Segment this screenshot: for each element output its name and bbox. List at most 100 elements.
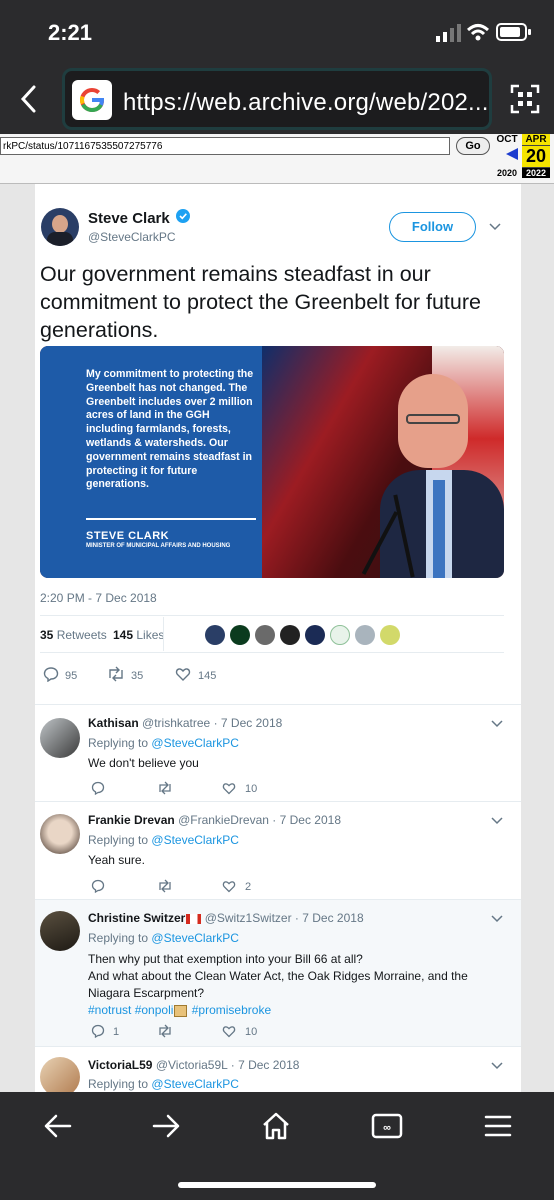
reply-date[interactable]: · 7 Dec 2018 xyxy=(214,716,283,730)
prev-year-label: 2020 xyxy=(496,168,518,178)
back-icon[interactable] xyxy=(18,84,38,114)
reply-avatar[interactable] xyxy=(40,911,80,951)
wifi-icon xyxy=(466,24,490,41)
reply-text-line: Then why put that exemption into your Bi… xyxy=(88,952,363,966)
chevron-down-icon[interactable] xyxy=(489,223,501,231)
wayback-toolbar: Go OCT 2020 APR 20 2022 xyxy=(0,134,554,184)
wayback-current-capture[interactable]: APR 20 2022 xyxy=(522,134,550,182)
reply-text: We don't believe you xyxy=(88,756,199,770)
retweet-count: 35 xyxy=(131,670,144,682)
liker-avatar[interactable] xyxy=(230,625,250,645)
qr-scan-icon[interactable] xyxy=(510,84,540,114)
retweet-icon[interactable] xyxy=(107,666,125,682)
image-signature-name: STEVE CLARK xyxy=(86,530,170,542)
prev-month-label: OCT xyxy=(496,134,518,145)
reply-icon[interactable] xyxy=(43,666,59,682)
reply-icon[interactable] xyxy=(91,879,105,893)
reply-avatar[interactable] xyxy=(40,718,80,758)
tweet-image[interactable]: My commitment to protecting the Greenbel… xyxy=(40,346,504,578)
stats-divider xyxy=(163,617,164,651)
follow-button[interactable]: Follow xyxy=(389,212,476,242)
reply-icon[interactable] xyxy=(91,781,105,795)
reply-avatar[interactable] xyxy=(40,814,80,854)
reply-like-count: 10 xyxy=(245,1026,258,1038)
nav-back-icon[interactable] xyxy=(38,1106,78,1146)
reply-date[interactable]: · 7 Dec 2018 xyxy=(295,911,364,925)
author-handle[interactable]: @SteveClarkPC xyxy=(88,230,176,244)
like-icon[interactable] xyxy=(222,879,236,893)
liker-avatar[interactable] xyxy=(355,625,375,645)
liker-avatar[interactable] xyxy=(380,625,400,645)
replying-to-label: Replying to xyxy=(88,1077,149,1091)
reply-item[interactable]: VictoriaL59 @Victoria59L · 7 Dec 2018 Re… xyxy=(35,1046,521,1092)
current-year-label: 2022 xyxy=(522,168,550,178)
author-avatar[interactable] xyxy=(41,208,79,246)
prev-capture-arrow-icon xyxy=(506,148,518,160)
reply-like-count: 2 xyxy=(245,881,252,893)
reply-author-name[interactable]: VictoriaL59 xyxy=(88,1058,152,1072)
chevron-down-icon[interactable] xyxy=(491,1062,503,1070)
menu-icon[interactable] xyxy=(478,1106,518,1146)
replying-to-link[interactable]: @SteveClarkPC xyxy=(151,736,239,750)
like-icon[interactable] xyxy=(222,1024,236,1038)
replying-to-link[interactable]: @SteveClarkPC xyxy=(151,833,239,847)
reply-author-name[interactable]: Kathisan xyxy=(88,716,139,730)
reply-text: Yeah sure. xyxy=(88,853,145,867)
home-indicator[interactable] xyxy=(178,1182,376,1188)
browser-toolbar: https://web.archive.org/web/202... xyxy=(0,64,554,134)
like-icon[interactable] xyxy=(222,781,236,795)
reply-avatar[interactable] xyxy=(40,1057,80,1092)
reply-author-handle[interactable]: @Victoria59L xyxy=(156,1058,228,1072)
reply-text-line: And what about the Clean Water Act, the … xyxy=(88,969,468,1000)
wayback-url-input[interactable] xyxy=(0,137,450,155)
hashtags[interactable]: #notrust #onpoli xyxy=(88,1003,173,1017)
liker-avatar[interactable] xyxy=(330,625,350,645)
reply-item[interactable]: Kathisan @trishkatree · 7 Dec 2018 Reply… xyxy=(35,704,521,801)
reply-header: VictoriaL59 @Victoria59L · 7 Dec 2018 xyxy=(88,1058,299,1072)
like-icon[interactable] xyxy=(175,666,191,682)
home-icon[interactable] xyxy=(256,1106,296,1146)
reply-item[interactable]: Christine Switzer @Switz1Switzer · 7 Dec… xyxy=(35,899,521,1046)
reply-author-name[interactable]: Christine Switzer xyxy=(88,911,185,925)
liker-avatar[interactable] xyxy=(255,625,275,645)
tweet-timestamp[interactable]: 2:20 PM - 7 Dec 2018 xyxy=(40,591,157,605)
replying-to: Replying to @SteveClarkPC xyxy=(88,1077,239,1091)
current-month-label: APR xyxy=(522,134,550,145)
tweet-card: Steve Clark @SteveClarkPC Follow Our gov… xyxy=(35,184,521,1092)
reply-date[interactable]: · 7 Dec 2018 xyxy=(231,1058,300,1072)
replying-to-link[interactable]: @SteveClarkPC xyxy=(151,931,239,945)
likers-avatars xyxy=(205,625,425,647)
likes-stat[interactable]: 145 Likes xyxy=(113,628,164,642)
wayback-go-button[interactable]: Go xyxy=(456,137,490,155)
liker-avatar[interactable] xyxy=(305,625,325,645)
author-name[interactable]: Steve Clark xyxy=(88,210,170,227)
reply-icon[interactable] xyxy=(91,1024,105,1038)
current-day-label: 20 xyxy=(522,145,550,168)
hashtag[interactable]: #promisebroke xyxy=(192,1003,271,1017)
wayback-prev-capture[interactable]: OCT 2020 xyxy=(494,134,520,182)
chevron-down-icon[interactable] xyxy=(491,720,503,728)
address-bar[interactable]: https://web.archive.org/web/202... xyxy=(62,68,492,130)
image-signature-title: MINISTER OF MUNICIPAL AFFAIRS AND HOUSIN… xyxy=(86,543,231,549)
retweet-icon[interactable] xyxy=(157,879,173,893)
reply-item[interactable]: Frankie Drevan @FrankieDrevan · 7 Dec 20… xyxy=(35,801,521,899)
reply-header: Frankie Drevan @FrankieDrevan · 7 Dec 20… xyxy=(88,813,341,827)
tweet-text: Our government remains steadfast in our … xyxy=(40,262,481,342)
liker-avatar[interactable] xyxy=(280,625,300,645)
liker-avatar[interactable] xyxy=(205,625,225,645)
replying-to-link[interactable]: @SteveClarkPC xyxy=(151,1077,239,1091)
chevron-down-icon[interactable] xyxy=(491,817,503,825)
reply-author-handle[interactable]: @trishkatree xyxy=(142,716,210,730)
reply-author-handle[interactable]: @FrankieDrevan xyxy=(178,813,269,827)
replying-to: Replying to @SteveClarkPC xyxy=(88,736,239,750)
package-emoji-icon xyxy=(174,1004,188,1017)
chevron-down-icon[interactable] xyxy=(491,915,503,923)
retweet-icon[interactable] xyxy=(157,1024,173,1038)
nav-forward-icon[interactable] xyxy=(146,1106,186,1146)
reply-author-handle[interactable]: @Switz1Switzer xyxy=(205,911,292,925)
tabs-icon[interactable]: ∞ xyxy=(367,1106,407,1146)
reply-date[interactable]: · 7 Dec 2018 xyxy=(272,813,341,827)
retweet-icon[interactable] xyxy=(157,781,173,795)
reply-author-name[interactable]: Frankie Drevan xyxy=(88,813,175,827)
retweets-stat[interactable]: 35 Retweets xyxy=(40,628,107,642)
